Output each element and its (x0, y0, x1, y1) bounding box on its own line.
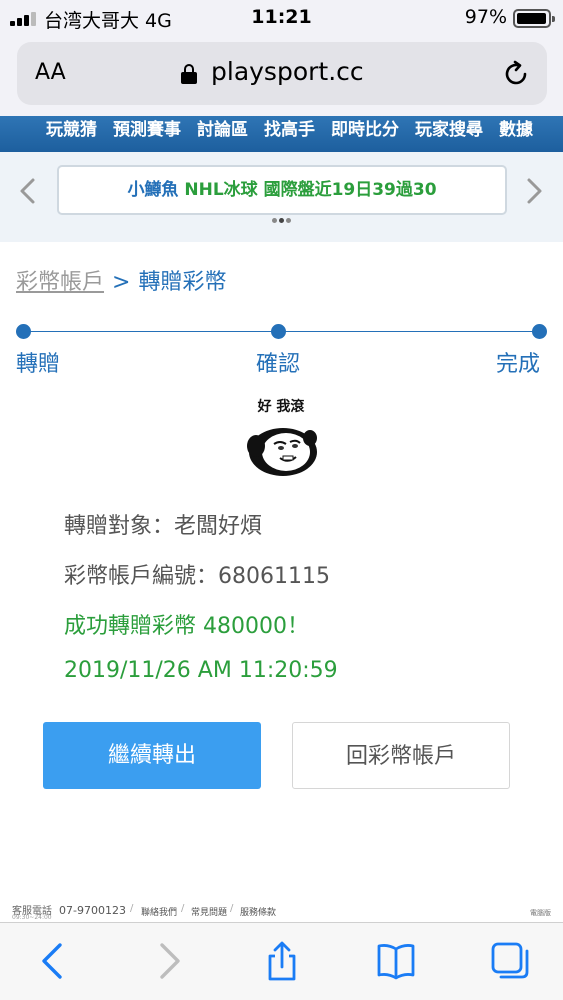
chevron-left-icon[interactable] (16, 176, 40, 206)
address-bar[interactable]: AA playsport.cc (17, 42, 547, 105)
browser-toolbar (0, 922, 563, 1000)
breadcrumb-separator: > (112, 270, 131, 295)
chevron-right-icon[interactable] (522, 176, 546, 206)
url-domain[interactable]: playsport.cc (211, 57, 364, 86)
bookmarks-icon[interactable] (376, 941, 416, 981)
ticker-message[interactable]: 小鱒魚 NHL冰球 國際盤近19日39過30 (57, 165, 507, 215)
footer-service-hours: 09:30~24:00 (12, 914, 52, 921)
text-size-button[interactable]: AA (35, 60, 66, 85)
tabs-icon[interactable] (490, 941, 530, 981)
recipient-label: 轉贈對象： (64, 514, 175, 539)
back-to-account-button[interactable]: 回彩幣帳戶 (292, 722, 510, 789)
step-dot-complete (532, 324, 547, 339)
announcement-ticker: 小鱒魚 NHL冰球 國際盤近19日39過30 (0, 152, 563, 242)
battery-icon (513, 9, 555, 28)
breadcrumb-parent-link[interactable]: 彩幣帳戶 (16, 270, 104, 295)
account-number-value: 68061115 (218, 564, 330, 589)
back-icon[interactable] (34, 941, 74, 981)
site-nav-item[interactable]: 玩競猜 (46, 116, 97, 144)
footer-separator: / (181, 903, 185, 914)
success-message: 成功轉贈彩幣 480000！ (64, 614, 309, 639)
status-bar: 台湾大哥大 4G 11:21 97% (0, 0, 563, 36)
step-label-confirm: 確認 (256, 352, 301, 377)
lock-icon (181, 64, 197, 84)
footer-link-faq[interactable]: 常見問題 (191, 905, 227, 918)
account-number-label: 彩幣帳戶編號： (64, 564, 219, 589)
forward-icon[interactable] (148, 941, 188, 981)
footer-separator: / (130, 903, 134, 914)
ticker-player: 小鱒魚 (127, 180, 179, 200)
site-nav-item[interactable]: 預測賽事 (113, 116, 181, 144)
recipient-row: 轉贈對象：老闆好煩 (64, 508, 262, 540)
transfer-timestamp: 2019/11/26 AM 11:20:59 (64, 658, 338, 683)
site-nav-item[interactable]: 找高手 (264, 116, 315, 144)
step-label-complete: 完成 (496, 352, 541, 377)
footer-desktop-link[interactable]: 電腦版 (530, 908, 551, 918)
share-icon[interactable] (262, 941, 302, 981)
footer-phone[interactable]: 07-9700123 (59, 904, 126, 917)
breadcrumb: 彩幣帳戶 > 轉贈彩幣 (16, 264, 226, 296)
account-number-row: 彩幣帳戶編號：68061115 (64, 558, 330, 590)
footer-link-contact[interactable]: 聯絡我們 (141, 905, 177, 918)
site-nav-item[interactable]: 玩家搜尋 (415, 116, 483, 144)
ticker-text: NHL冰球 國際盤近19日39過30 (184, 180, 437, 200)
step-label-transfer: 轉贈 (16, 352, 61, 377)
text-size-label: AA (35, 60, 66, 85)
site-nav-item[interactable]: 討論區 (197, 116, 248, 144)
footer-link-terms[interactable]: 服務條款 (240, 905, 276, 918)
continue-transfer-button[interactable]: 繼續轉出 (43, 722, 261, 789)
reload-icon[interactable] (501, 59, 531, 89)
breadcrumb-current: 轉贈彩幣 (138, 270, 227, 295)
panda-meme-sticker: 好 我滾 (236, 394, 326, 484)
battery-percentage: 97% (464, 6, 507, 28)
site-nav-item[interactable]: 數據 (499, 116, 533, 144)
step-dot-transfer (16, 324, 31, 339)
footer-separator: / (230, 903, 234, 914)
recipient-name: 老闆好煩 (174, 514, 263, 539)
site-nav-item[interactable]: 即時比分 (331, 116, 399, 144)
step-dot-confirm (271, 324, 286, 339)
browser-address-area: AA playsport.cc (0, 36, 563, 116)
ticker-pagination-dots (272, 218, 291, 223)
site-nav-bar: 玩競猜 預測賽事 討論區 找高手 即時比分 玩家搜尋 數據 (0, 116, 563, 152)
site-footer: 客服電話 09:30~24:00 07-9700123 / 聯絡我們 / 常見問… (0, 898, 563, 922)
